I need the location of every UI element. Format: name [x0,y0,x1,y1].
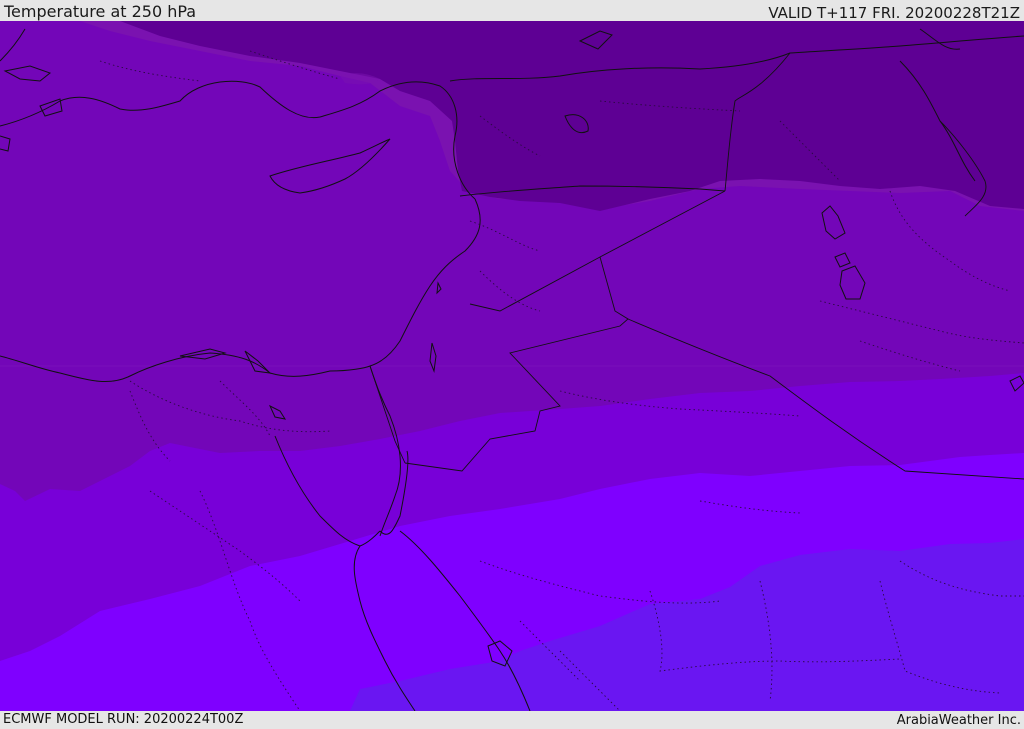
valid-time: VALID T+117 FRI. 20200228T21Z [768,4,1020,22]
map-title: Temperature at 250 hPa [4,2,197,21]
model-run-label: ECMWF MODEL RUN: 20200224T00Z [3,712,244,727]
temperature-map[interactable] [0,21,1024,711]
footer-bar: ECMWF MODEL RUN: 20200224T00Z ArabiaWeat… [0,711,1024,729]
credit-label: ArabiaWeather Inc. [896,713,1021,728]
header-bar: Temperature at 250 hPa VALID T+117 FRI. … [0,0,1024,22]
map-canvas [0,21,1024,711]
